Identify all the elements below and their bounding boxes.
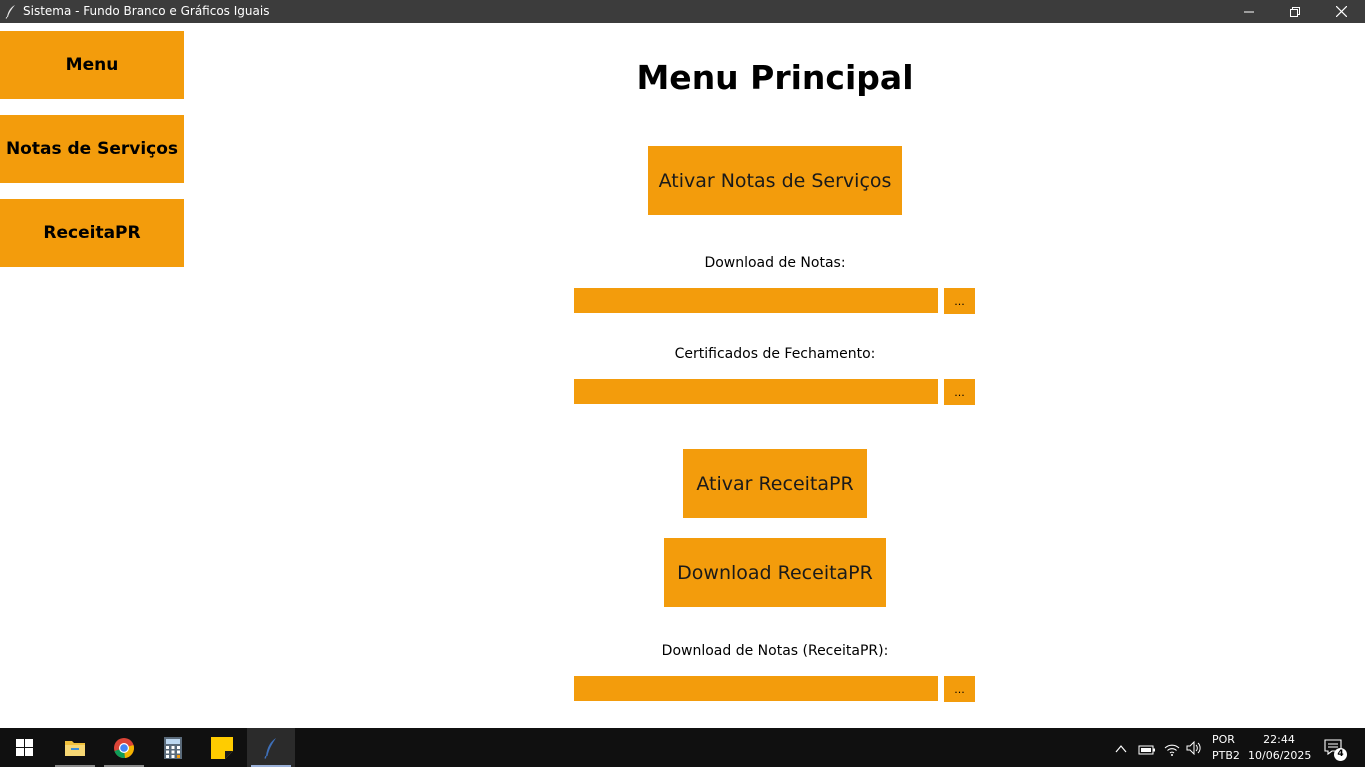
sidebar-item-notas-de-servicos[interactable]: Notas de Serviços [0, 115, 184, 183]
ativar-receitapr-button[interactable]: Ativar ReceitaPR [683, 449, 867, 518]
clock-date[interactable]: 10/06/2025 [1248, 749, 1311, 762]
feather-icon [5, 4, 17, 19]
taskbar-sticky-notes[interactable] [198, 728, 246, 767]
download-receitapr-button[interactable]: Download ReceitaPR [664, 538, 886, 607]
taskbar: POR PTB2 22:44 10/06/2025 4 [0, 728, 1365, 767]
folder-icon [65, 740, 85, 756]
certificados-browse-button[interactable]: ... [944, 379, 975, 405]
start-button[interactable] [0, 728, 48, 767]
chevron-up-icon[interactable] [1115, 740, 1127, 759]
certificados-field[interactable] [574, 379, 938, 404]
close-icon [1335, 6, 1347, 17]
wifi-icon[interactable] [1164, 741, 1180, 760]
download-notas-receitapr-field[interactable] [574, 676, 938, 701]
certificados-label: Certificados de Fechamento: [674, 346, 876, 362]
taskbar-python-app[interactable] [247, 728, 295, 767]
close-button[interactable] [1318, 0, 1364, 23]
language-indicator[interactable]: POR [1212, 733, 1235, 746]
feather-icon [264, 737, 276, 759]
restore-icon [1290, 6, 1300, 17]
chrome-icon [114, 737, 134, 758]
download-notas-receitapr-label: Download de Notas (ReceitaPR): [661, 643, 889, 659]
speaker-icon[interactable] [1186, 740, 1202, 759]
sidebar-item-receitapr[interactable]: ReceitaPR [0, 199, 184, 267]
download-notas-browse-button[interactable]: ... [944, 288, 975, 314]
clock-time[interactable]: 22:44 [1250, 733, 1308, 746]
taskbar-chrome[interactable] [100, 728, 148, 767]
sidebar-item-menu[interactable]: Menu [0, 31, 184, 99]
taskbar-file-explorer[interactable] [51, 728, 99, 767]
page-title: Menu Principal [636, 58, 914, 97]
window-title: Sistema - Fundo Branco e Gráficos Iguais [23, 4, 270, 18]
title-bar: Sistema - Fundo Branco e Gráficos Iguais [0, 0, 1365, 23]
windows-icon [15, 739, 33, 756]
notification-count-badge: 4 [1334, 748, 1347, 761]
minimize-button[interactable] [1226, 0, 1272, 23]
taskbar-calculator[interactable] [149, 728, 197, 767]
restore-button[interactable] [1272, 0, 1318, 23]
sticky-notes-icon [211, 736, 233, 759]
battery-icon[interactable] [1138, 741, 1156, 760]
download-notas-field[interactable] [574, 288, 938, 313]
minimize-icon [1244, 11, 1254, 12]
download-notas-label: Download de Notas: [704, 255, 846, 271]
download-notas-receitapr-browse-button[interactable]: ... [944, 676, 975, 702]
keyboard-layout-indicator[interactable]: PTB2 [1212, 749, 1240, 762]
ativar-notas-button[interactable]: Ativar Notas de Serviços [648, 146, 902, 215]
calculator-icon [164, 736, 182, 759]
